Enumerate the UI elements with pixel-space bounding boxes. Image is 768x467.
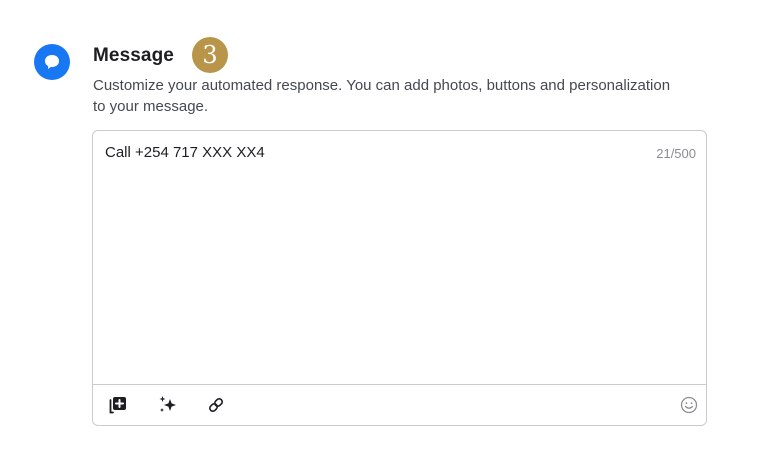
link-icon[interactable] bbox=[205, 394, 227, 416]
sparkle-icon[interactable] bbox=[157, 394, 179, 416]
message-editor[interactable]: Call +254 717 XXX XX4 21/500 bbox=[92, 130, 707, 426]
message-bubble-icon bbox=[34, 44, 70, 80]
add-photo-icon[interactable] bbox=[107, 394, 129, 416]
message-input[interactable]: Call +254 717 XXX XX4 bbox=[105, 144, 265, 161]
character-counter: 21/500 bbox=[656, 146, 696, 161]
emoji-icon[interactable] bbox=[678, 394, 700, 416]
editor-toolbar bbox=[93, 384, 706, 425]
section-description: Customize your automated response. You c… bbox=[93, 77, 671, 115]
section-header: Message 3 bbox=[93, 37, 228, 74]
section-title: Message bbox=[93, 45, 174, 66]
step-number-badge: 3 bbox=[191, 37, 228, 73]
message-section: Message 3 Customize your automated respo… bbox=[0, 0, 768, 467]
